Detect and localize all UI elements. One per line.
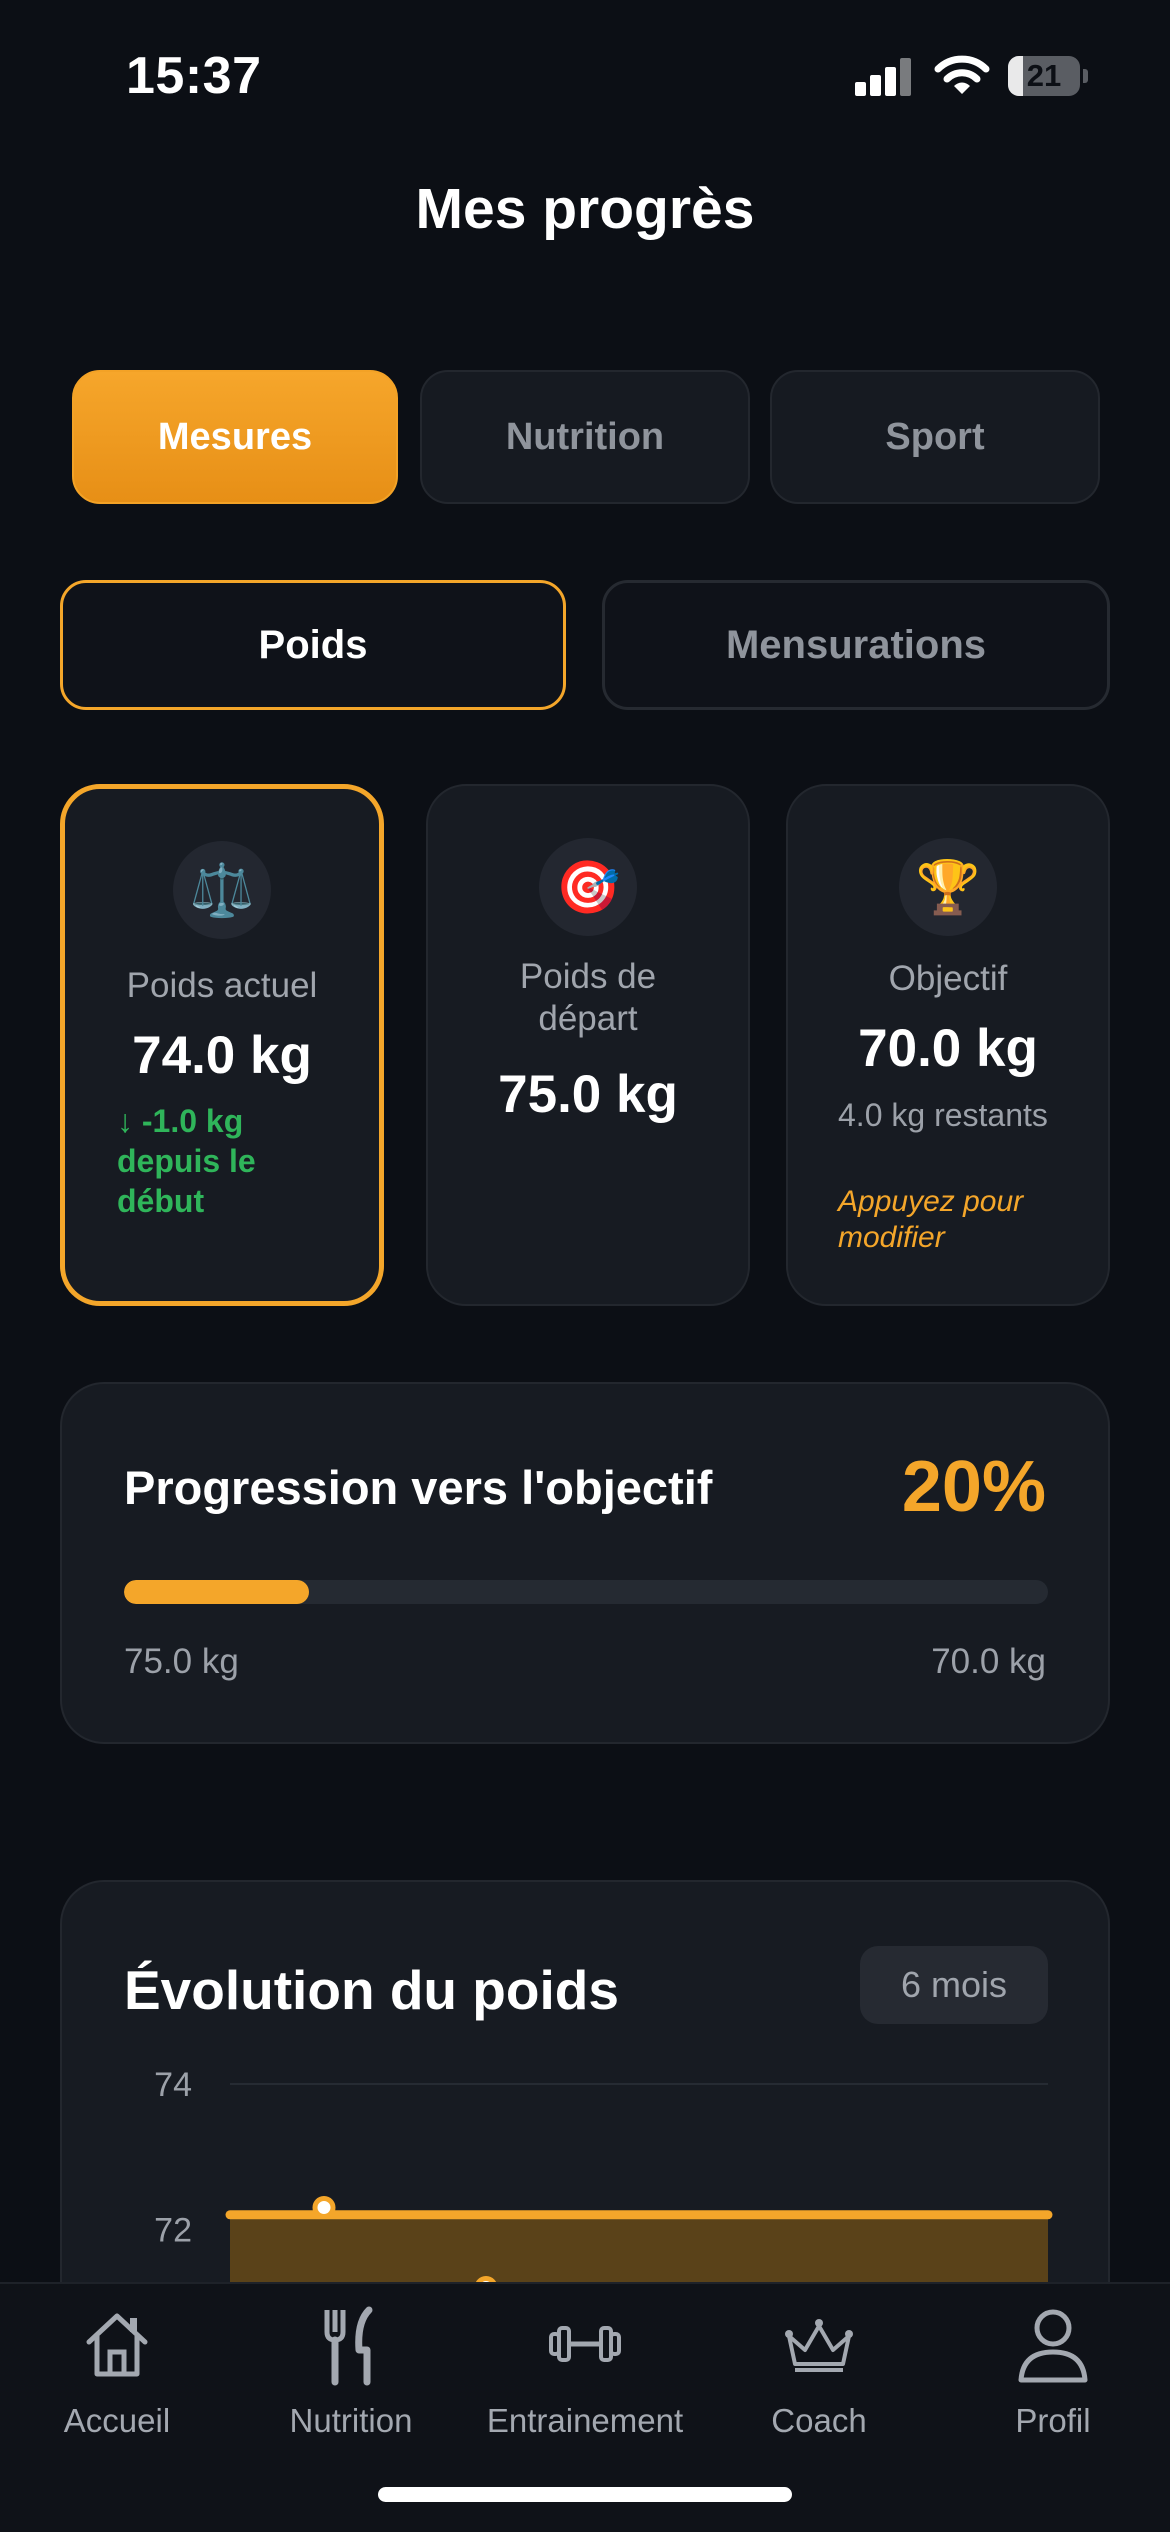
card-value: 75.0 kg <box>498 1065 678 1124</box>
nav-entrainement[interactable]: Entrainement <box>468 2306 702 2439</box>
nav-profil[interactable]: Profil <box>936 2306 1170 2439</box>
card-label: Poids actuel <box>126 966 318 1005</box>
tab-sport[interactable]: Sport <box>770 370 1100 504</box>
progress-title: Progression vers l'objectif <box>124 1461 713 1514</box>
subtab-poids[interactable]: Poids <box>60 580 566 710</box>
nav-label: Coach <box>771 2402 867 2439</box>
tab-nutrition[interactable]: Nutrition <box>420 370 750 504</box>
battery-level: 21 <box>1026 58 1062 93</box>
page-title: Mes progrès <box>415 177 755 241</box>
nav-label: Nutrition <box>289 2402 413 2439</box>
user-icon <box>1018 2309 1088 2383</box>
nav-coach[interactable]: Coach <box>702 2306 936 2439</box>
trophy-icon: 🏆 <box>899 838 997 936</box>
status-time: 15:37 <box>126 47 262 105</box>
card-value: 74.0 kg <box>132 1026 312 1085</box>
card-goal-weight[interactable]: 🏆 Objectif 70.0 kg 4.0 kg restants Appuy… <box>786 784 1110 1306</box>
chart-y-tick-label: 74 <box>154 2066 192 2104</box>
nav-nutrition[interactable]: Nutrition <box>234 2306 468 2439</box>
crown-icon <box>785 2319 853 2372</box>
card-label: Poids de départ <box>519 957 657 1038</box>
card-value: 70.0 kg <box>858 1019 1038 1078</box>
weight-delta: ↓ -1.0 kg depuis le début <box>117 1103 256 1219</box>
progress-bar <box>124 1580 1048 1604</box>
dumbbell-icon <box>549 2326 621 2362</box>
goal-edit-hint[interactable]: Appuyez pour modifier <box>838 1184 1098 1256</box>
progress-end-label: 70.0 kg <box>931 1642 1046 1681</box>
battery-icon: 21 <box>1008 56 1088 96</box>
progress-percent: 20% <box>901 1447 1046 1527</box>
nav-label: Entrainement <box>486 2402 684 2439</box>
wifi-icon <box>934 55 990 94</box>
nav-accueil[interactable]: Accueil <box>0 2306 234 2439</box>
nav-label: Profil <box>1015 2402 1091 2439</box>
home-indicator <box>378 2487 792 2502</box>
tab-mesures[interactable]: Mesures <box>72 370 398 504</box>
scale-icon: ⚖️ <box>173 841 271 939</box>
progress-start-label: 75.0 kg <box>124 1642 239 1681</box>
card-label: Objectif <box>888 959 1008 998</box>
nav-label: Accueil <box>63 2402 171 2439</box>
home-icon <box>86 2313 148 2377</box>
fork-knife-icon <box>324 2306 373 2386</box>
progress-bar-fill <box>124 1580 309 1604</box>
chart-data-point <box>312 2196 336 2220</box>
cellular-signal-icon <box>855 58 913 96</box>
target-icon: 🎯 <box>539 838 637 936</box>
goal-remaining: 4.0 kg restants <box>838 1097 1048 1133</box>
subtab-mensurations[interactable]: Mensurations <box>602 580 1110 710</box>
chart-y-tick-label: 72 <box>154 2211 192 2249</box>
card-start-weight[interactable]: 🎯 Poids de départ 75.0 kg <box>426 784 750 1306</box>
card-current-weight[interactable]: ⚖️ Poids actuel 74.0 kg ↓ -1.0 kg depuis… <box>60 784 384 1306</box>
goal-progress-card: Progression vers l'objectif 20% 75.0 kg … <box>60 1382 1110 1744</box>
